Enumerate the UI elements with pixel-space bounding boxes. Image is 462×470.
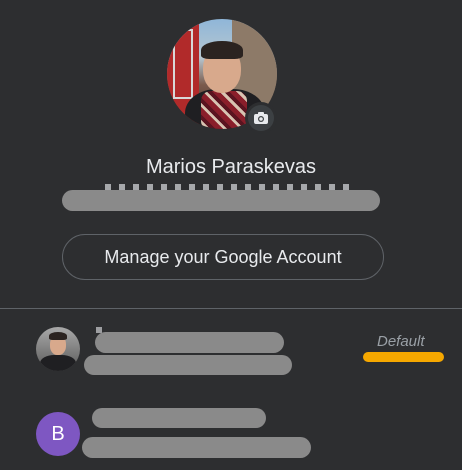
email-redaction: [62, 190, 380, 211]
camera-icon: [248, 105, 274, 131]
default-label: Default: [377, 333, 425, 350]
default-highlight: [363, 352, 444, 362]
account-name: Marios Paraskevas: [145, 156, 317, 178]
photo-hair: [201, 41, 243, 59]
change-photo-button[interactable]: [245, 102, 277, 134]
account-avatar[interactable]: [36, 327, 80, 371]
account-letter-avatar[interactable]: B: [36, 412, 80, 456]
account-email-redaction: [84, 355, 292, 375]
manage-account-button[interactable]: Manage your Google Account: [62, 234, 384, 280]
account-name-redaction: [92, 408, 266, 428]
account-email-redaction: [82, 437, 311, 458]
photo-scarf: [201, 91, 247, 129]
account-menu-panel: Marios Paraskevas Manage your Google Acc…: [0, 0, 462, 470]
account-name-redaction: [95, 332, 284, 353]
divider: [0, 308, 462, 309]
